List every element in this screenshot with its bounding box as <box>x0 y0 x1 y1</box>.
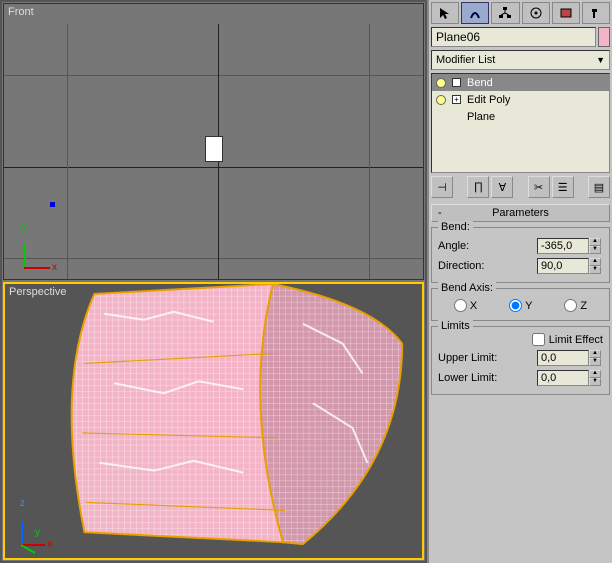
axis-x-radio[interactable]: X <box>454 299 477 312</box>
spin-down-button[interactable]: ▼ <box>589 358 601 366</box>
viewport-front-label: Front <box>8 6 34 18</box>
stack-item-label: Plane <box>467 111 495 123</box>
axis-y-radio[interactable]: Y <box>509 299 532 312</box>
wheel-icon <box>529 6 543 20</box>
group-bend-label: Bend: <box>438 221 473 233</box>
hierarchy-icon <box>498 6 512 20</box>
tab-display[interactable] <box>552 2 580 24</box>
spin-up-button[interactable]: ▲ <box>589 238 601 246</box>
direction-input[interactable] <box>537 258 589 274</box>
visibility-icon[interactable] <box>436 78 446 88</box>
rollout-parameters-header[interactable]: - Parameters <box>431 204 610 222</box>
perspective-axis-tripod: z x y <box>21 510 57 546</box>
stack-options-button[interactable]: ▤ <box>588 176 610 198</box>
axis-z-radio[interactable]: Z <box>564 299 587 312</box>
result-icon: ∏ <box>474 181 483 193</box>
front-grid <box>4 24 423 279</box>
front-marker <box>50 202 55 207</box>
upper-limit-label: Upper Limit: <box>438 352 537 364</box>
lower-limit-label: Lower Limit: <box>438 372 537 384</box>
stack-item-plane[interactable]: Plane <box>432 108 609 125</box>
limit-effect-checkbox[interactable] <box>532 333 545 346</box>
spin-down-button[interactable]: ▼ <box>589 246 601 254</box>
spin-down-button[interactable]: ▼ <box>589 266 601 274</box>
tab-modify[interactable] <box>461 2 489 24</box>
bend-icon <box>468 6 482 20</box>
viewport-front[interactable]: Front y x <box>3 3 424 280</box>
group-bend: Bend: Angle: ▲▼ Direction: ▲▼ <box>431 227 610 283</box>
perspective-mesh <box>5 284 422 562</box>
options-icon: ▤ <box>594 181 604 194</box>
lower-limit-input[interactable] <box>537 370 589 386</box>
front-selected-object[interactable] <box>205 136 223 162</box>
hammer-icon <box>589 6 603 20</box>
angle-label: Angle: <box>438 240 537 252</box>
group-bend-axis: Bend Axis: X Y Z <box>431 288 610 321</box>
upper-limit-input[interactable] <box>537 350 589 366</box>
tab-utilities[interactable] <box>582 2 610 24</box>
visibility-icon[interactable] <box>436 95 446 105</box>
configure-sets-button[interactable]: ☰ <box>552 176 574 198</box>
tab-create[interactable] <box>431 2 459 24</box>
modifier-stack[interactable]: + Bend + Edit Poly Plane <box>431 73 610 173</box>
command-panel: Modifier List ▼ + Bend + Edit Poly Plane… <box>427 0 612 563</box>
tab-motion[interactable] <box>522 2 550 24</box>
pin-icon: ⊣ <box>437 181 447 194</box>
display-icon <box>559 6 573 20</box>
stack-item-bend[interactable]: + Bend <box>432 74 609 91</box>
stack-item-label: Bend <box>467 77 493 89</box>
trash-icon: ✂ <box>534 181 543 194</box>
spin-down-button[interactable]: ▼ <box>589 378 601 386</box>
command-panel-tabs <box>431 2 610 24</box>
unique-icon: ∀ <box>499 181 507 194</box>
expand-icon[interactable]: + <box>452 95 461 104</box>
angle-input[interactable] <box>537 238 589 254</box>
tab-hierarchy[interactable] <box>491 2 519 24</box>
collapse-icon: - <box>438 207 442 219</box>
viewports-area: Front y x Perspective <box>0 0 427 563</box>
group-bend-axis-label: Bend Axis: <box>438 282 496 294</box>
stack-item-label: Edit Poly <box>467 94 510 106</box>
spin-up-button[interactable]: ▲ <box>589 370 601 378</box>
pin-stack-button[interactable]: ⊣ <box>431 176 453 198</box>
remove-modifier-button[interactable]: ✂ <box>528 176 550 198</box>
cursor-icon <box>438 6 452 20</box>
show-end-result-button[interactable]: ∏ <box>467 176 489 198</box>
limit-effect-label: Limit Effect <box>549 334 603 346</box>
spin-up-button[interactable]: ▲ <box>589 350 601 358</box>
front-axis-tripod: y x <box>24 233 60 269</box>
expand-icon[interactable]: + <box>452 78 461 87</box>
rollout-title: Parameters <box>492 207 549 219</box>
modifier-list-label: Modifier List <box>436 54 495 66</box>
modifier-list-dropdown[interactable]: Modifier List ▼ <box>431 50 610 70</box>
config-icon: ☰ <box>558 181 568 194</box>
viewport-perspective[interactable]: Perspective <box>3 282 424 561</box>
make-unique-button[interactable]: ∀ <box>491 176 513 198</box>
spin-up-button[interactable]: ▲ <box>589 258 601 266</box>
direction-label: Direction: <box>438 260 537 272</box>
group-limits: Limits Limit Effect Upper Limit: ▲▼ Lowe… <box>431 326 610 395</box>
chevron-down-icon: ▼ <box>596 55 605 65</box>
stack-toolbar: ⊣ ∏ ∀ ✂ ☰ ▤ <box>431 176 610 198</box>
object-color-swatch[interactable] <box>598 27 610 47</box>
stack-item-editpoly[interactable]: + Edit Poly <box>432 91 609 108</box>
object-name-input[interactable] <box>431 27 596 47</box>
group-limits-label: Limits <box>438 320 473 332</box>
